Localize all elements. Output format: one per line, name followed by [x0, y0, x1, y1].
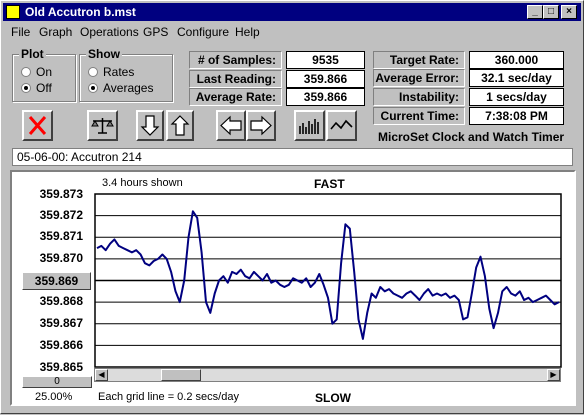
clear-button[interactable] [22, 110, 53, 141]
show-group: Show Rates Averages [79, 47, 173, 102]
bar-graph-button[interactable] [294, 110, 325, 141]
scroll-left-button[interactable] [216, 110, 246, 141]
menu-bar: File Graph Operations GPS Configure Help [3, 23, 581, 41]
hours-shown-label: 3.4 hours shown [102, 177, 183, 189]
slow-label: SLOW [315, 391, 351, 405]
close-x-icon [28, 116, 47, 135]
arrow-up-icon [170, 115, 190, 136]
last-reading-label: Last Reading: [189, 70, 282, 88]
arrow-down-icon [140, 115, 160, 136]
average-error-label: Average Error: [373, 69, 465, 87]
average-rate-value: 359.866 [286, 88, 365, 106]
instability-value: 1 secs/day [469, 88, 564, 106]
average-rate-label: Average Rate: [189, 88, 282, 106]
y-tick-label: 359.870 [39, 251, 83, 265]
title-bar[interactable]: Old Accutron b.mst _ □ × [3, 3, 581, 21]
grid-note-label: Each grid line = 0.2 secs/day [98, 391, 239, 403]
wave-graph-icon [330, 119, 353, 130]
plot-on-label: On [36, 65, 53, 79]
radio-dot-selected [88, 83, 98, 93]
menu-file[interactable]: File [11, 25, 30, 39]
show-averages-radio[interactable]: Averages [88, 81, 153, 95]
arrow-left-icon [220, 115, 242, 136]
radio-dot [88, 67, 98, 77]
current-time-value: 7:38:08 PM [469, 107, 564, 125]
arrow-right-icon [250, 115, 272, 136]
average-error-value: 32.1 sec/day [469, 69, 564, 87]
shift-up-button[interactable] [166, 110, 194, 141]
wave-graph-button[interactable] [326, 110, 357, 141]
show-rates-label: Rates [103, 65, 135, 79]
minimize-button[interactable]: _ [527, 5, 543, 19]
plot-group: Plot On Off [12, 47, 76, 102]
scroll-left-arrow[interactable]: ◀ [95, 369, 108, 381]
y-tick-label: 359.868 [39, 294, 83, 308]
brand-label: MicroSet Clock and Watch Timer [378, 130, 565, 144]
app-icon[interactable] [6, 5, 20, 19]
balance-button[interactable] [87, 110, 118, 141]
show-group-label: Show [86, 47, 122, 61]
y-tick-label: 359.865 [39, 360, 83, 374]
y-tick-label: 359.873 [39, 187, 83, 201]
center-value-button[interactable]: 359.869 [22, 272, 91, 290]
last-reading-value: 359.866 [286, 70, 365, 88]
plot-group-label: Plot [19, 47, 46, 61]
y-tick-label: 359.867 [39, 316, 83, 330]
target-rate-value: 360.000 [469, 51, 564, 69]
plot-on-radio[interactable]: On [21, 65, 52, 79]
radio-dot [21, 67, 31, 77]
y-tick-label: 359.872 [39, 208, 83, 222]
menu-gps[interactable]: GPS [143, 25, 168, 39]
close-button[interactable]: × [561, 5, 577, 19]
scales-icon [91, 118, 114, 134]
zoom-percent-label: 25.00% [35, 391, 73, 403]
menu-configure[interactable]: Configure [177, 25, 229, 39]
shift-down-button[interactable] [136, 110, 164, 141]
show-averages-label: Averages [103, 81, 154, 95]
radio-dot-selected [21, 83, 31, 93]
window-title: Old Accutron b.mst [25, 5, 136, 19]
samples-value: 9535 [286, 51, 365, 69]
fast-label: FAST [314, 177, 345, 191]
scroll-right-button[interactable] [246, 110, 276, 141]
scroll-right-arrow[interactable]: ▶ [547, 369, 560, 381]
horizontal-scrollbar[interactable]: ◀ ▶ [94, 368, 561, 382]
y-tick-label: 359.871 [39, 229, 83, 243]
show-rates-radio[interactable]: Rates [88, 65, 134, 79]
menu-help[interactable]: Help [235, 25, 260, 39]
offset-button[interactable]: 0 [22, 376, 92, 388]
current-time-label: Current Time: [373, 107, 465, 125]
menu-graph[interactable]: Graph [39, 25, 72, 39]
bar-graph-icon [299, 119, 319, 134]
maximize-button[interactable]: □ [543, 5, 559, 19]
instability-label: Instability: [373, 88, 465, 106]
app-window: Old Accutron b.mst _ □ × File Graph Oper… [0, 0, 584, 414]
y-tick-label: 359.866 [39, 338, 83, 352]
plot-off-radio[interactable]: Off [21, 81, 52, 95]
samples-label: # of Samples: [189, 51, 282, 69]
notes-field[interactable]: 05-06-00: Accutron 214 [12, 148, 573, 166]
scrollbar-thumb[interactable] [161, 369, 201, 381]
menu-operations[interactable]: Operations [80, 25, 139, 39]
target-rate-label: Target Rate: [373, 51, 465, 69]
plot-off-label: Off [36, 81, 52, 95]
